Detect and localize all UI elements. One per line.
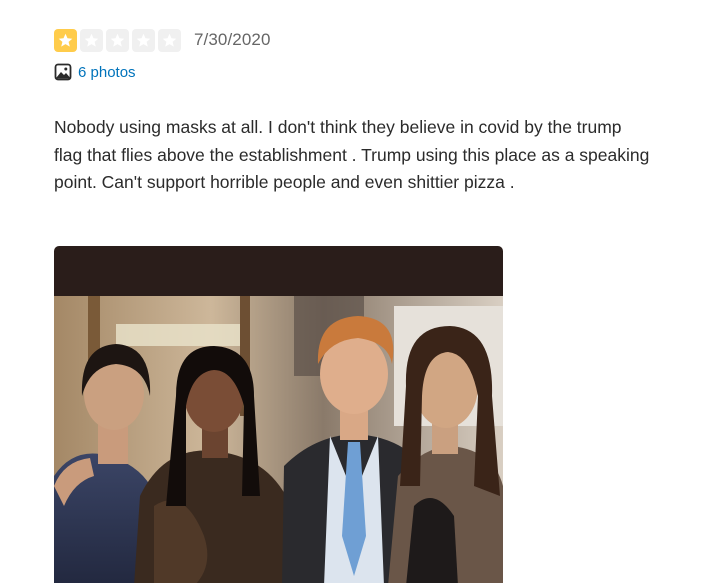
review-photo-image	[54, 246, 503, 583]
star-icon	[106, 28, 129, 52]
star-icon	[54, 28, 77, 52]
review: 7/30/2020 6 photos Nobody using masks at…	[0, 0, 702, 583]
rating-row: 7/30/2020	[54, 28, 271, 52]
star-icon	[132, 28, 155, 52]
star-icon	[80, 28, 103, 52]
star-icon	[158, 28, 181, 52]
photos-link[interactable]: 6 photos	[54, 63, 136, 81]
image-icon	[54, 63, 72, 81]
review-date: 7/30/2020	[194, 30, 271, 49]
review-photo[interactable]	[54, 246, 503, 583]
review-text: Nobody using masks at all. I don't think…	[54, 117, 650, 192]
star-rating	[54, 28, 181, 52]
photos-link-label: 6 photos	[78, 63, 136, 81]
